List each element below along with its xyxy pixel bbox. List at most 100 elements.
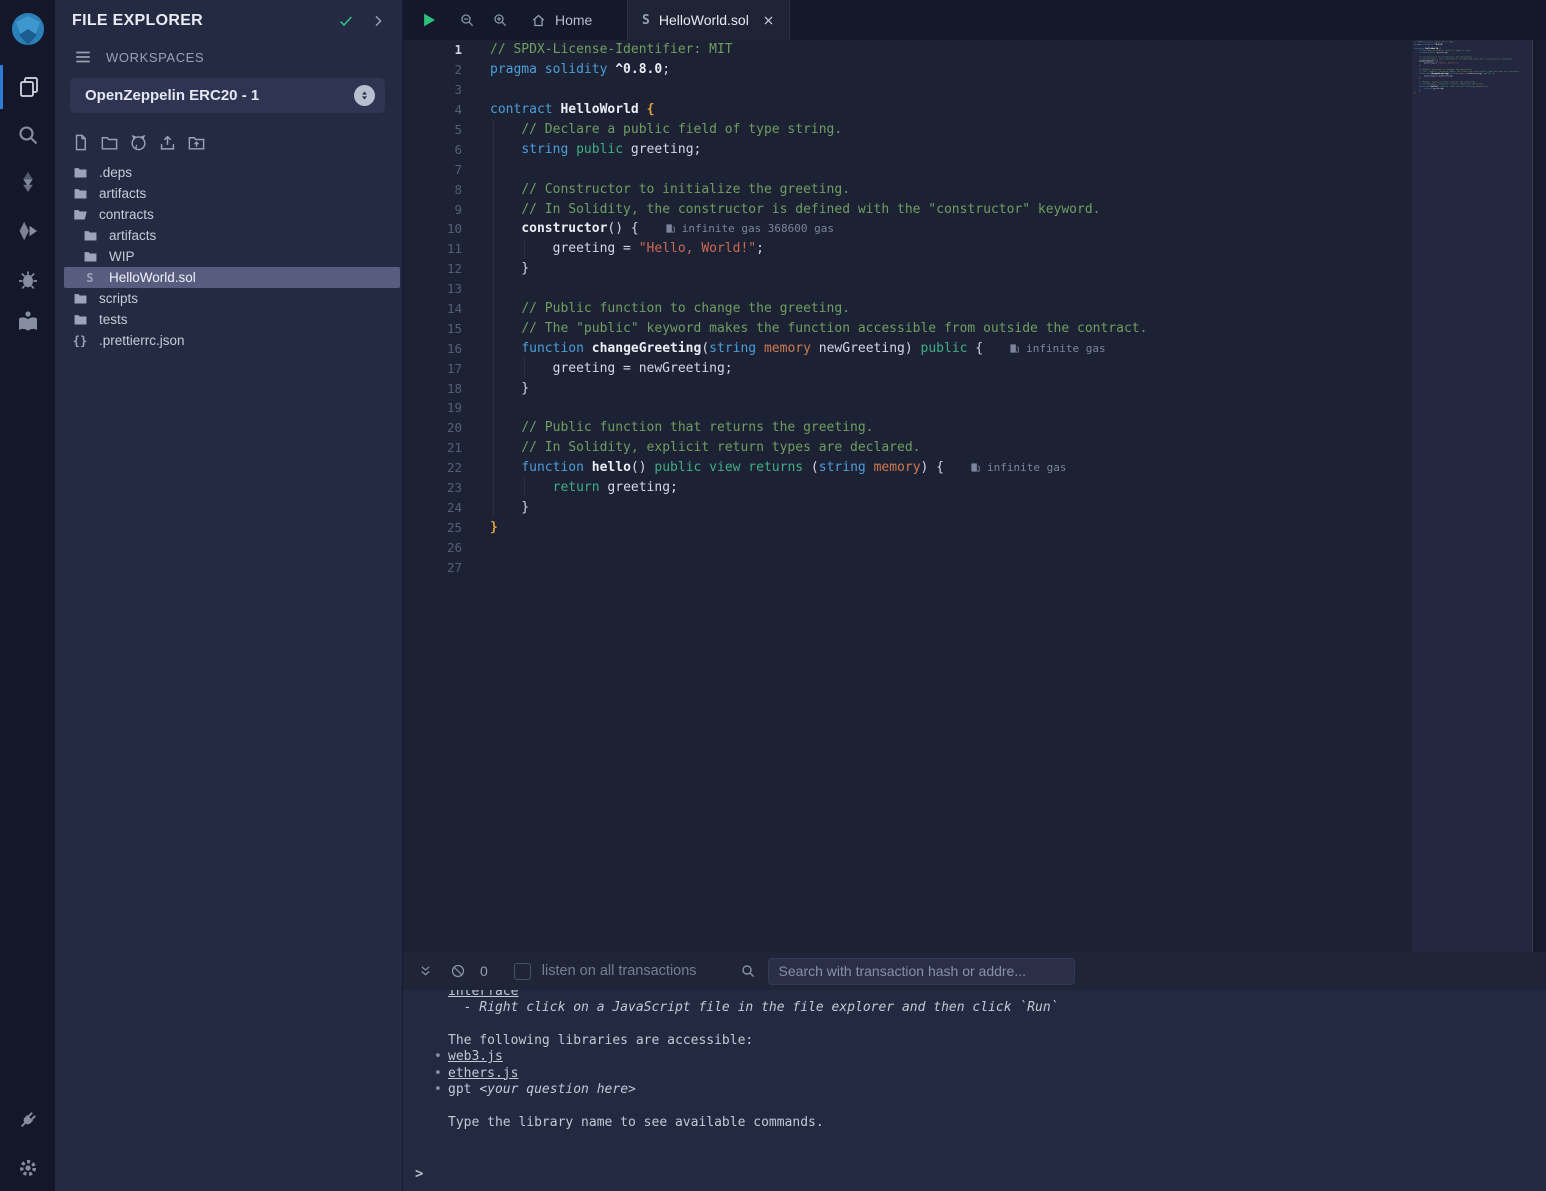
indent-guide (524, 478, 525, 498)
tree-item-artifacts[interactable]: artifacts (55, 183, 402, 204)
terminal-link[interactable]: interface (448, 990, 518, 999)
zoom-in-button[interactable] (492, 12, 508, 28)
new-file-button[interactable] (71, 133, 90, 152)
terminal-line: •ethers.js (403, 1065, 1546, 1081)
code-line-18[interactable]: 18 } (403, 378, 1412, 398)
line-number: 13 (403, 281, 478, 296)
code-line-5[interactable]: 5 // Declare a public field of type stri… (403, 120, 1412, 140)
search-icon[interactable] (740, 963, 756, 979)
terminal-output[interactable]: interface - Right click on a JavaScript … (403, 990, 1546, 1191)
tree-item-label: artifacts (99, 186, 146, 201)
tree-item-wip[interactable]: WIP (55, 246, 402, 267)
workspace-select[interactable]: OpenZeppelin ERC20 - 1 (70, 78, 385, 113)
clear-console-icon[interactable] (450, 963, 466, 979)
line-number: 4 (403, 102, 478, 117)
editor-tab-bar: Home SHelloWorld.sol (403, 0, 1546, 40)
activity-debugger[interactable] (0, 257, 55, 301)
code-line-10[interactable]: 10 constructor() {infinite gas 368600 ga… (403, 219, 1412, 239)
minimap[interactable]: // SPDX-License-Identifier: MITpragma so… (1412, 40, 1532, 952)
code-line-7[interactable]: 7 (403, 159, 1412, 179)
tree-item-label: WIP (109, 249, 135, 264)
zoom-out-button[interactable] (459, 12, 475, 28)
activity-learneth[interactable] (0, 299, 55, 343)
code-line-2[interactable]: 2pragma solidity ^0.8.0; (403, 60, 1412, 80)
code-line-19[interactable]: 19 (403, 398, 1412, 418)
home-icon (531, 13, 546, 28)
code-line-20[interactable]: 20 // Public function that returns the g… (403, 418, 1412, 438)
tree-item--deps[interactable]: .deps (55, 162, 402, 183)
terminal-link[interactable]: ethers.js (448, 1066, 518, 1081)
hamburger-icon[interactable] (74, 48, 92, 66)
tree-item-helloworld-sol[interactable]: SHelloWorld.sol (64, 267, 400, 288)
code-line-22[interactable]: 22 function hello() public view returns … (403, 458, 1412, 478)
gas-estimate-text: infinite gas (1026, 342, 1105, 355)
github-button[interactable] (129, 133, 148, 152)
code-line-27[interactable]: 27 (403, 557, 1412, 577)
terminal-collapse-icon[interactable] (418, 964, 433, 979)
tree-item-contracts[interactable]: contracts (55, 204, 402, 225)
indent-guide (524, 239, 525, 259)
tree-item-scripts[interactable]: scripts (55, 288, 402, 309)
run-script-button[interactable] (420, 11, 438, 29)
activity-bar (0, 0, 55, 1191)
activity-file-explorer[interactable] (0, 65, 55, 109)
activity-search[interactable] (0, 113, 55, 157)
activity-plugin-manager[interactable] (0, 1098, 55, 1142)
tab-home[interactable]: Home (517, 0, 606, 40)
upload-file-button[interactable] (158, 133, 177, 152)
code-line-23[interactable]: 23 return greeting; (403, 478, 1412, 498)
code-line-16[interactable]: 16 function changeGreeting(string memory… (403, 338, 1412, 358)
code-line-24[interactable]: 24 } (403, 497, 1412, 517)
code-line-6[interactable]: 6 string public greeting; (403, 139, 1412, 159)
indent-guide (493, 279, 494, 299)
terminal-prompt[interactable]: > (415, 1166, 423, 1182)
line-number: 22 (403, 460, 478, 475)
tree-item-label: .prettierrc.json (99, 333, 185, 348)
folder-icon (82, 228, 98, 243)
close-tab-icon[interactable] (762, 14, 775, 27)
tree-item-tests[interactable]: tests (55, 309, 402, 330)
indent-guide (493, 219, 494, 239)
code-line-8[interactable]: 8 // Constructor to initialize the greet… (403, 179, 1412, 199)
code-line-4[interactable]: 4contract HelloWorld { (403, 100, 1412, 120)
gas-estimate-badge: infinite gas (1009, 342, 1105, 355)
tab-helloworld-sol[interactable]: SHelloWorld.sol (627, 0, 790, 40)
activity-settings[interactable] (0, 1146, 55, 1190)
code-text: // SPDX-License-Identifier: MIT (478, 42, 733, 57)
code-line-3[interactable]: 3 (403, 80, 1412, 100)
new-folder-button[interactable] (100, 133, 119, 152)
code-text: } (478, 381, 529, 396)
learneth-icon (16, 309, 40, 333)
activity-solidity-compiler[interactable] (0, 160, 55, 204)
activity-deploy-run[interactable] (0, 209, 55, 253)
tree-item--prettierrc-json[interactable]: {}.prettierrc.json (55, 330, 402, 351)
code-line-25[interactable]: 25} (403, 517, 1412, 537)
activity-remix-logo[interactable] (0, 8, 55, 52)
tree-item-label: tests (99, 312, 128, 327)
terminal-link[interactable]: web3.js (448, 1049, 503, 1064)
check-icon[interactable] (338, 13, 354, 29)
code-line-1[interactable]: 1// SPDX-License-Identifier: MIT (403, 40, 1412, 60)
code-line-26[interactable]: 26 (403, 537, 1412, 557)
code-editor[interactable]: 1// SPDX-License-Identifier: MIT2pragma … (403, 40, 1412, 952)
upload-folder-button[interactable] (187, 133, 206, 152)
code-line-12[interactable]: 12 } (403, 259, 1412, 279)
chevron-right-icon[interactable] (370, 13, 386, 29)
solidity-file-icon: S (642, 13, 650, 28)
code-line-14[interactable]: 14 // Public function to change the gree… (403, 299, 1412, 319)
terminal-search-input[interactable] (768, 958, 1075, 985)
code-line-11[interactable]: 11 greeting = "Hello, World!"; (403, 239, 1412, 259)
tree-item-artifacts[interactable]: artifacts (55, 225, 402, 246)
code-line-21[interactable]: 21 // In Solidity, explicit return types… (403, 438, 1412, 458)
listen-on-transactions-checkbox[interactable] (514, 963, 531, 980)
code-text: } (478, 500, 529, 515)
workspace-switch-icon[interactable] (354, 85, 375, 106)
line-number: 8 (403, 182, 478, 197)
code-line-17[interactable]: 17 greeting = newGreeting; (403, 358, 1412, 378)
code-line-9[interactable]: 9 // In Solidity, the constructor is def… (403, 199, 1412, 219)
gas-pump-icon (665, 223, 676, 234)
indent-guide (493, 259, 494, 279)
code-line-15[interactable]: 15 // The "public" keyword makes the fun… (403, 318, 1412, 338)
code-line-13[interactable]: 13 (403, 279, 1412, 299)
line-number: 1 (403, 42, 478, 57)
